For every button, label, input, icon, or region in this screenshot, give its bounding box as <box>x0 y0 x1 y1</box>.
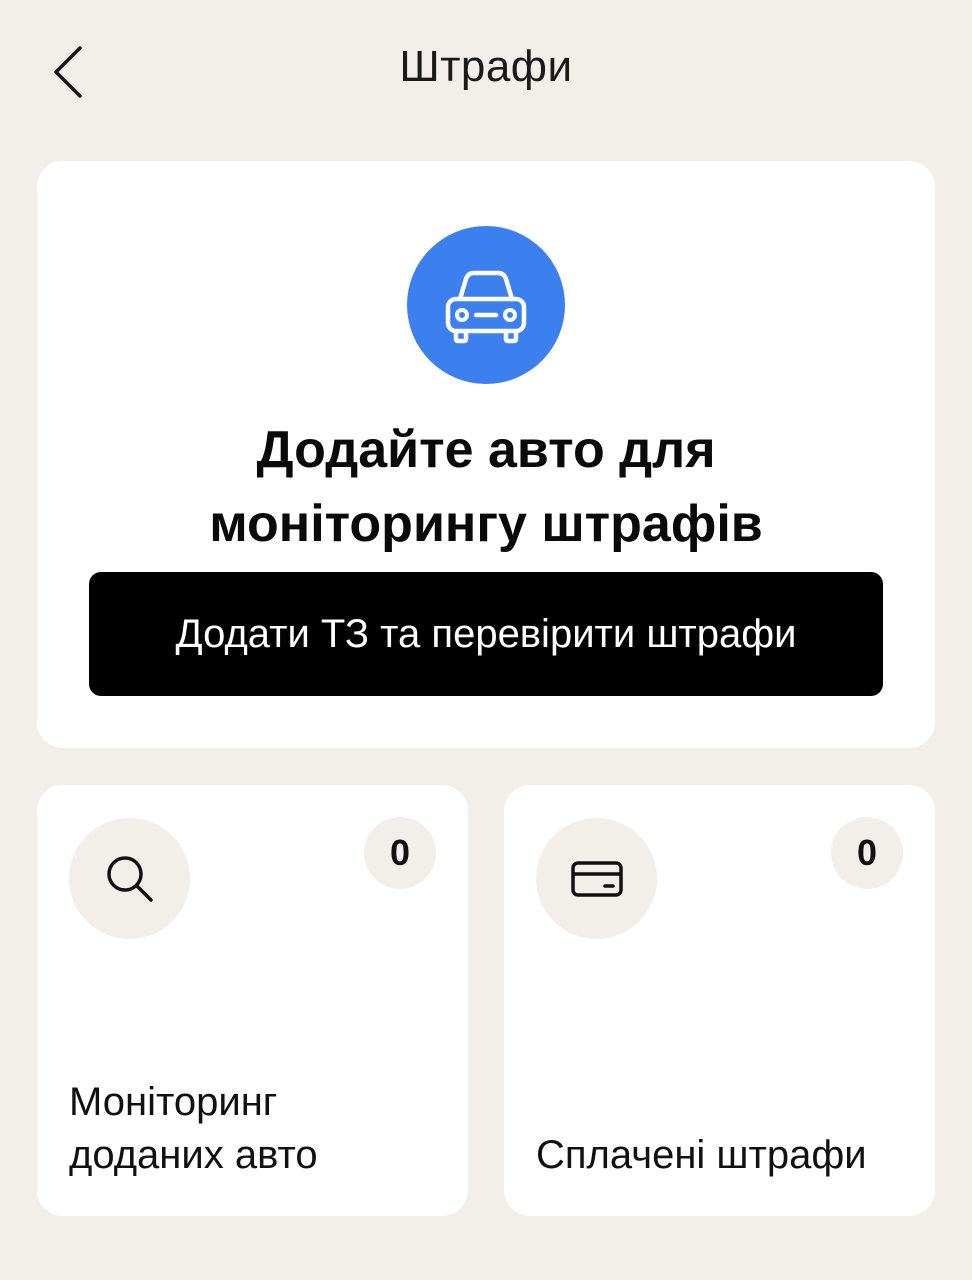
tile-label-line-2: доданих авто <box>69 1133 318 1177</box>
count-badge: 0 <box>831 817 903 889</box>
hero-title-line-1: Додайте авто для <box>256 421 716 479</box>
hero-title-line-2: моніторингу штрафів <box>209 495 763 553</box>
card-icon-circle <box>536 818 657 939</box>
add-vehicle-button[interactable]: Додати ТЗ та перевірити штрафи <box>89 572 883 696</box>
add-vehicle-card: Додайте авто для моніторингу штрафів Дод… <box>37 161 935 748</box>
search-icon-circle <box>69 818 190 939</box>
search-icon <box>106 855 153 902</box>
tile-label-line-1: Сплачені штрафи <box>536 1133 867 1177</box>
card-icon <box>570 860 623 897</box>
tile-paid-fines[interactable]: 0 Сплачені штрафи <box>504 785 935 1216</box>
hero-title: Додайте авто для моніторингу штрафів <box>37 413 935 561</box>
car-icon-circle <box>407 226 565 384</box>
header: Штрафи <box>0 0 972 140</box>
tile-label-line-1: Моніторинг <box>69 1080 278 1124</box>
tile-monitoring[interactable]: 0 Моніторинг доданих авто <box>37 785 468 1216</box>
tile-label: Сплачені штрафи <box>536 1129 915 1182</box>
car-icon <box>445 270 527 344</box>
tile-label: Моніторинг доданих авто <box>69 1076 448 1182</box>
page-title: Штрафи <box>399 42 573 91</box>
count-badge: 0 <box>364 817 436 889</box>
